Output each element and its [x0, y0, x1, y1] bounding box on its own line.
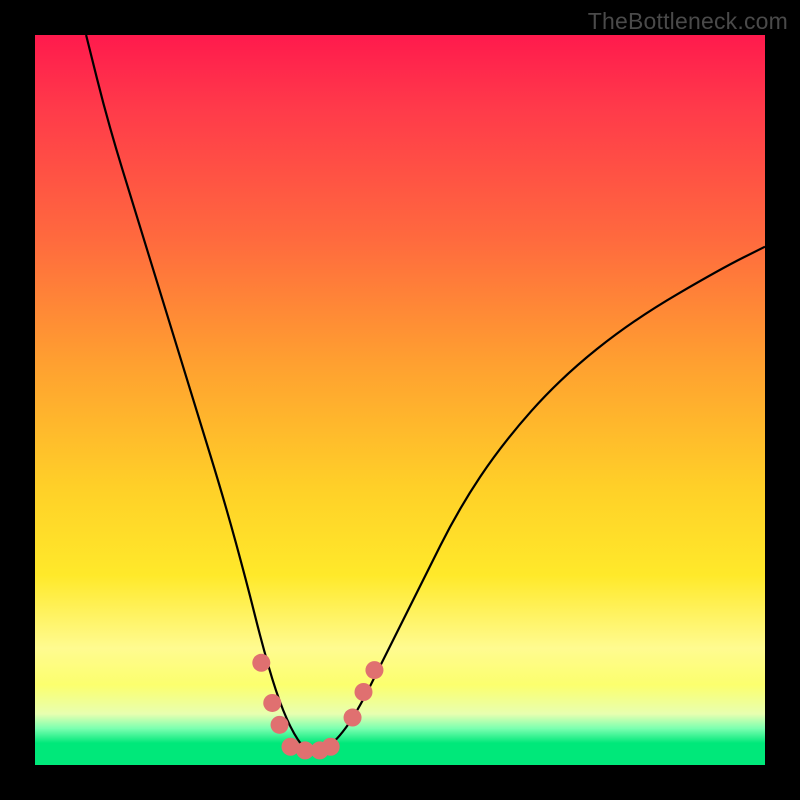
highlight-point	[252, 654, 270, 672]
highlight-point	[271, 716, 289, 734]
plot-area	[35, 35, 765, 765]
watermark-text: TheBottleneck.com	[588, 8, 788, 35]
curve-layer	[35, 35, 765, 765]
bottleneck-curve	[86, 35, 765, 750]
chart-stage: TheBottleneck.com	[0, 0, 800, 800]
highlight-point	[365, 661, 383, 679]
highlight-point	[322, 738, 340, 756]
highlight-point	[344, 709, 362, 727]
curve-path	[86, 35, 765, 750]
highlight-point	[355, 683, 373, 701]
highlight-point	[263, 694, 281, 712]
highlight-markers	[252, 654, 383, 760]
